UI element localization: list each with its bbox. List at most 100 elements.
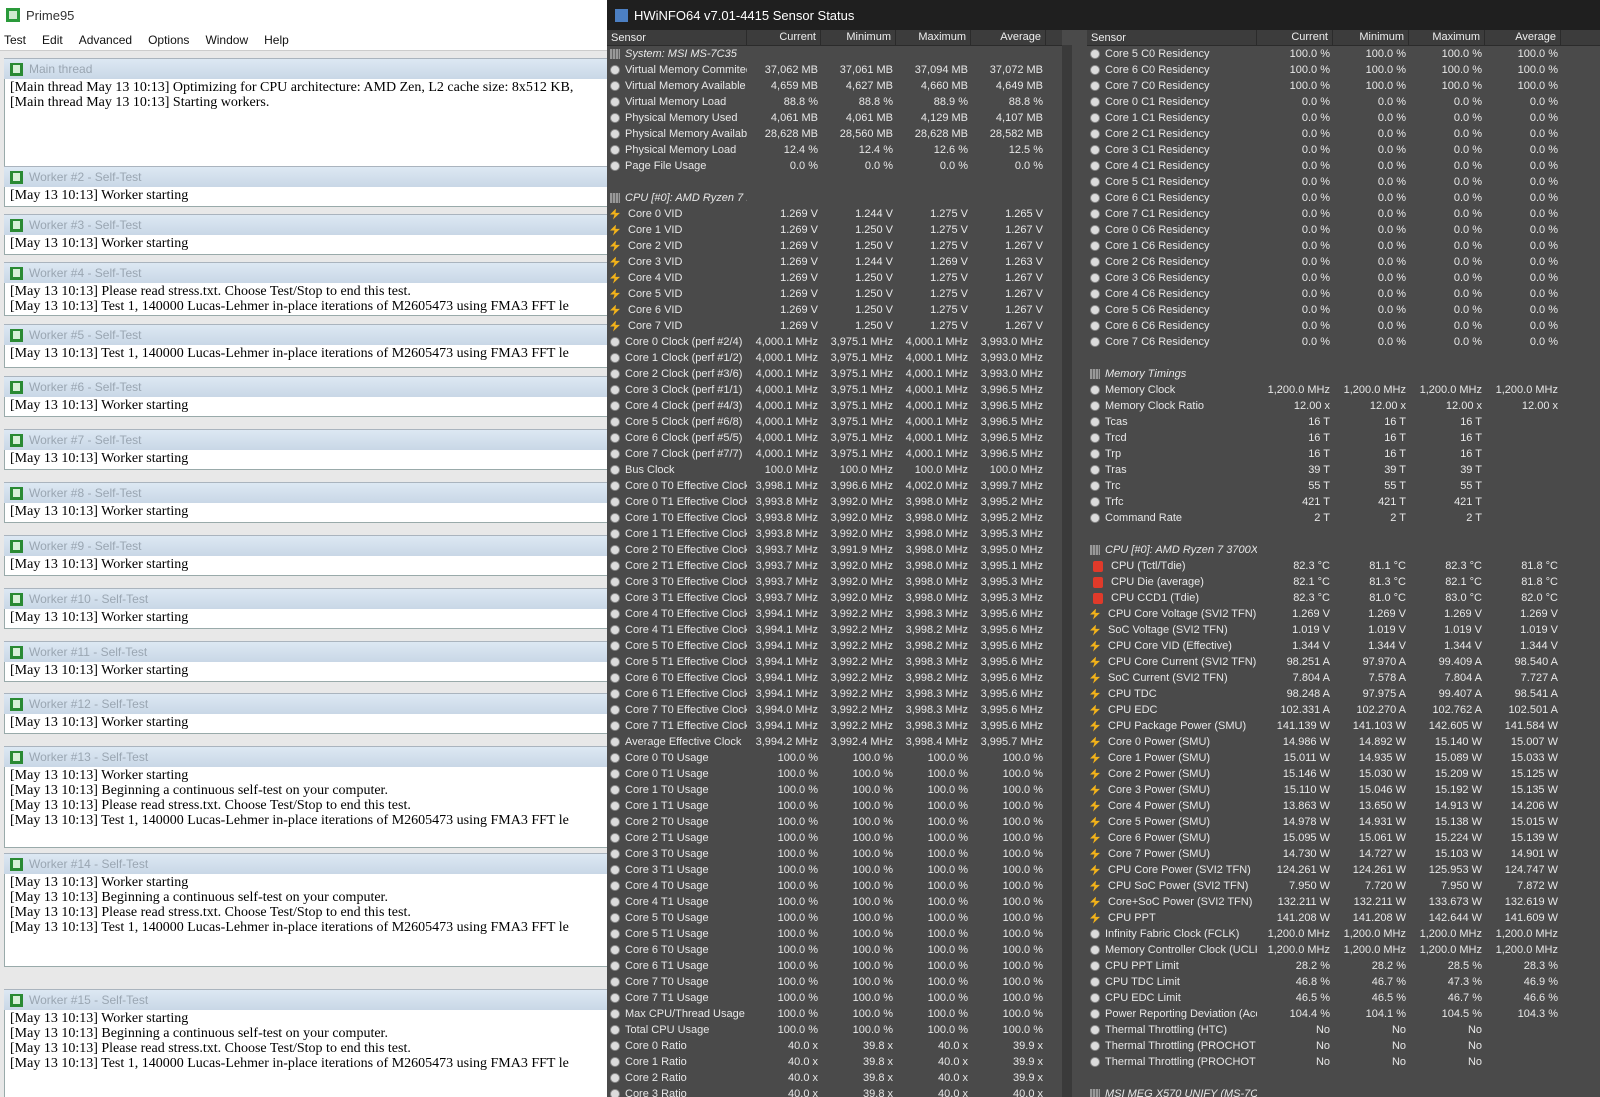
sensor-row[interactable]: Core 1 C6 Residency 0.0 % 0.0 % 0.0 % 0.0 % (1087, 238, 1600, 254)
worker-window-titlebar[interactable]: Worker #12 - Self-Test (4, 693, 608, 714)
sensor-row[interactable]: Core 0 T0 Usage 100.0 % 100.0 % 100.0 % 100.… (607, 750, 1062, 766)
column-header-maximum[interactable]: Maximum (1409, 30, 1485, 45)
sensor-group-row[interactable]: System: MSI MS-7C35 (607, 46, 1062, 62)
worker-window[interactable]: Worker #14 - Self-Test [May 13 10:13] Wor… (4, 853, 608, 967)
sensor-group-row[interactable]: CPU [#0]: AMD Ryzen 7 ... (607, 190, 1062, 206)
sensor-row[interactable]: Core 4 VID 1.269 V 1.250 V 1.275 V 1.267 V (607, 270, 1062, 286)
sensor-row[interactable]: Core 7 T0 Effective Clock 3,994.0 MHz 3,99… (607, 702, 1062, 718)
sensor-row[interactable]: CPU EDC 102.331 A 102.270 A 102.762 A 102.50… (1087, 702, 1600, 718)
sensor-row[interactable]: Core 7 T1 Effective Clock 3,994.1 MHz 3,99… (607, 718, 1062, 734)
sensor-row[interactable]: Core 0 T1 Effective Clock 3,993.8 MHz 3,99… (607, 494, 1062, 510)
menu-options[interactable]: Options (148, 33, 189, 47)
sensor-row[interactable]: Core 3 Clock (perf #1/1) 4,000.1 MHz 3,975… (607, 382, 1062, 398)
sensor-row[interactable]: Core 6 T1 Usage 100.0 % 100.0 % 100.0 % 100.… (607, 958, 1062, 974)
sensor-row[interactable]: Core 4 T0 Effective Clock 3,994.1 MHz 3,99… (607, 606, 1062, 622)
sensor-group-row[interactable]: CPU [#0]: AMD Ryzen 7 3700X:... (1087, 542, 1600, 558)
sensor-row[interactable]: Core 0 T1 Usage 100.0 % 100.0 % 100.0 % 100.… (607, 766, 1062, 782)
worker-window-titlebar[interactable]: Worker #4 - Self-Test (4, 262, 608, 283)
sensor-row[interactable]: Core 1 Ratio 40.0 x 39.8 x 40.0 x 39.9 x (607, 1054, 1062, 1070)
sensor-row[interactable]: Core 7 C1 Residency 0.0 % 0.0 % 0.0 % 0.0 % (1087, 206, 1600, 222)
worker-window[interactable]: Worker #3 - Self-Test [May 13 10:13] Work… (4, 214, 608, 255)
sensor-row[interactable]: Max CPU/Thread Usage 100.0 % 100.0 % 100.0 … (607, 1006, 1062, 1022)
sensor-row[interactable]: Core 0 C1 Residency 0.0 % 0.0 % 0.0 % 0.0 % (1087, 94, 1600, 110)
sensor-row[interactable]: Core+SoC Power (SVI2 TFN) 132.211 W 132.21… (1087, 894, 1600, 910)
worker-log-output[interactable]: [May 13 10:13] Worker starting (4, 235, 608, 255)
worker-log-output[interactable]: [May 13 10:13] Worker starting (4, 503, 608, 523)
sensor-row[interactable]: Core 3 VID 1.269 V 1.244 V 1.269 V 1.263 V (607, 254, 1062, 270)
sensor-row[interactable]: Physical Memory Used 4,061 MB 4,061 MB 4,12… (607, 110, 1062, 126)
sensor-row[interactable]: Core 5 VID 1.269 V 1.250 V 1.275 V 1.267 V (607, 286, 1062, 302)
sensor-row[interactable]: Core 5 T1 Effective Clock 3,994.1 MHz 3,99… (607, 654, 1062, 670)
worker-window[interactable]: Worker #2 - Self-Test [May 13 10:13] Work… (4, 166, 608, 207)
sensor-row[interactable]: Core 5 C0 Residency 100.0 % 100.0 % 100.0 %… (1087, 46, 1600, 62)
sensor-row[interactable]: Infinity Fabric Clock (FCLK) 1,200.0 MHz 1… (1087, 926, 1600, 942)
worker-window[interactable]: Worker #11 - Self-Test [May 13 10:13] Wor… (4, 641, 608, 682)
worker-log-output[interactable]: [May 13 10:13] Worker starting (4, 714, 608, 734)
sensor-row[interactable]: Core 3 C1 Residency 0.0 % 0.0 % 0.0 % 0.0 % (1087, 142, 1600, 158)
menu-test[interactable]: Test (4, 33, 26, 47)
worker-window-titlebar[interactable]: Worker #2 - Self-Test (4, 166, 608, 187)
sensor-row[interactable]: CPU (Tctl/Tdie) 82.3 °C 81.1 °C 82.3 °C 81.8… (1087, 558, 1600, 574)
column-header-sensor[interactable]: Sensor (1087, 30, 1257, 45)
sensor-row[interactable]: Core 5 T0 Usage 100.0 % 100.0 % 100.0 % 100.… (607, 910, 1062, 926)
sensor-row[interactable]: Trp 16 T 16 T 16 T (1087, 446, 1600, 462)
sensor-row[interactable]: Core 3 C6 Residency 0.0 % 0.0 % 0.0 % 0.0 % (1087, 270, 1600, 286)
worker-window[interactable]: Worker #15 - Self-Test [May 13 10:13] Wor… (4, 989, 608, 1097)
worker-window[interactable]: Worker #9 - Self-Test [May 13 10:13] Work… (4, 535, 608, 576)
sensor-row[interactable]: Core 4 T1 Usage 100.0 % 100.0 % 100.0 % 100.… (607, 894, 1062, 910)
worker-log-output[interactable]: [May 13 10:13] Test 1, 140000 Lucas-Lehm… (4, 345, 608, 368)
worker-window[interactable]: Worker #6 - Self-Test [May 13 10:13] Work… (4, 376, 608, 417)
sensor-row[interactable]: CPU Core Power (SVI2 TFN) 124.261 W 124.26… (1087, 862, 1600, 878)
sensor-row[interactable]: Tras 39 T 39 T 39 T (1087, 462, 1600, 478)
sensor-row[interactable]: Thermal Throttling (PROCHOT ... No No No (1087, 1038, 1600, 1054)
hwinfo-left-scrollbar[interactable] (1062, 45, 1072, 1097)
sensor-row[interactable]: Core 4 C1 Residency 0.0 % 0.0 % 0.0 % 0.0 % (1087, 158, 1600, 174)
sensor-row[interactable]: Core 2 VID 1.269 V 1.250 V 1.275 V 1.267 V (607, 238, 1062, 254)
sensor-row[interactable]: Core 1 T1 Usage 100.0 % 100.0 % 100.0 % 100.… (607, 798, 1062, 814)
worker-log-output[interactable]: [Main thread May 13 10:13] Optimizing fo… (4, 79, 608, 180)
sensor-row[interactable]: CPU EDC Limit 46.5 % 46.5 % 46.7 % 46.6 % (1087, 990, 1600, 1006)
menu-advanced[interactable]: Advanced (79, 33, 132, 47)
sensor-row[interactable]: Bus Clock 100.0 MHz 100.0 MHz 100.0 MHz 100.… (607, 462, 1062, 478)
sensor-row[interactable]: Core 6 C6 Residency 0.0 % 0.0 % 0.0 % 0.0 % (1087, 318, 1600, 334)
worker-window-titlebar[interactable]: Worker #11 - Self-Test (4, 641, 608, 662)
sensor-row[interactable]: Core 4 T1 Effective Clock 3,994.1 MHz 3,99… (607, 622, 1062, 638)
column-header-maximum[interactable]: Maximum (896, 30, 971, 45)
sensor-row[interactable]: SoC Current (SVI2 TFN) 7.804 A 7.578 A 7.80… (1087, 670, 1600, 686)
sensor-row[interactable]: Core 0 Clock (perf #2/4) 4,000.1 MHz 3,975… (607, 334, 1062, 350)
column-header-average[interactable]: Average (1485, 30, 1561, 45)
sensor-row[interactable]: Core 7 Power (SMU) 14.730 W 14.727 W 15.103… (1087, 846, 1600, 862)
worker-window-titlebar[interactable]: Worker #15 - Self-Test (4, 989, 608, 1010)
sensor-row[interactable]: Memory Clock 1,200.0 MHz 1,200.0 MHz 1,200.… (1087, 382, 1600, 398)
column-header-sensor[interactable]: Sensor (607, 30, 747, 45)
hwinfo-right-panel[interactable]: Sensor Current Minimum Maximum Average Core 5… (1087, 30, 1600, 1097)
sensor-row[interactable]: Core 2 T0 Effective Clock 3,993.7 MHz 3,99… (607, 542, 1062, 558)
sensor-row[interactable]: CPU TDC 98.248 A 97.975 A 99.407 A 98.541 A (1087, 686, 1600, 702)
menu-edit[interactable]: Edit (42, 33, 63, 47)
worker-log-output[interactable]: [May 13 10:13] Worker starting (4, 662, 608, 682)
sensor-row[interactable]: Core 1 VID 1.269 V 1.250 V 1.275 V 1.267 V (607, 222, 1062, 238)
sensor-row[interactable]: Core 2 T1 Effective Clock 3,993.7 MHz 3,99… (607, 558, 1062, 574)
sensor-row[interactable]: Virtual Memory Load 88.8 % 88.8 % 88.9 % 88.… (607, 94, 1062, 110)
sensor-row[interactable]: Core 0 Ratio 40.0 x 39.8 x 40.0 x 39.9 x (607, 1038, 1062, 1054)
column-header-average[interactable]: Average (971, 30, 1046, 45)
sensor-row[interactable]: Core 4 C6 Residency 0.0 % 0.0 % 0.0 % 0.0 % (1087, 286, 1600, 302)
sensor-row[interactable]: Power Reporting Deviation (Acc... 104.4 %… (1087, 1006, 1600, 1022)
sensor-row[interactable]: Tcas 16 T 16 T 16 T (1087, 414, 1600, 430)
prime95-titlebar[interactable]: Prime95 (0, 0, 608, 30)
sensor-row[interactable]: Core 4 T0 Usage 100.0 % 100.0 % 100.0 % 100.… (607, 878, 1062, 894)
sensor-row[interactable]: Core 1 T0 Usage 100.0 % 100.0 % 100.0 % 100.… (607, 782, 1062, 798)
sensor-row[interactable]: CPU Core Voltage (SVI2 TFN) 1.269 V 1.269 … (1087, 606, 1600, 622)
sensor-row[interactable]: CPU Die (average) 82.1 °C 81.3 °C 82.1 °C 81… (1087, 574, 1600, 590)
sensor-row[interactable]: Core 6 VID 1.269 V 1.250 V 1.275 V 1.267 V (607, 302, 1062, 318)
sensor-row[interactable]: Core 7 C0 Residency 100.0 % 100.0 % 100.0 %… (1087, 78, 1600, 94)
sensor-row[interactable]: Core 4 Clock (perf #4/3) 4,000.1 MHz 3,975… (607, 398, 1062, 414)
sensor-row[interactable]: Core 2 T1 Usage 100.0 % 100.0 % 100.0 % 100.… (607, 830, 1062, 846)
sensor-row[interactable]: Core 0 Power (SMU) 14.986 W 14.892 W 15.140… (1087, 734, 1600, 750)
sensor-row[interactable]: Core 0 VID 1.269 V 1.244 V 1.275 V 1.265 V (607, 206, 1062, 222)
sensor-row[interactable]: Memory Clock Ratio 12.00 x 12.00 x 12.00 x 1… (1087, 398, 1600, 414)
sensor-group-row[interactable]: Memory Timings (1087, 366, 1600, 382)
column-header-current[interactable]: Current (747, 30, 821, 45)
sensor-row[interactable]: Average Effective Clock 3,994.2 MHz 3,992.… (607, 734, 1062, 750)
sensor-row[interactable]: Core 7 C6 Residency 0.0 % 0.0 % 0.0 % 0.0 % (1087, 334, 1600, 350)
